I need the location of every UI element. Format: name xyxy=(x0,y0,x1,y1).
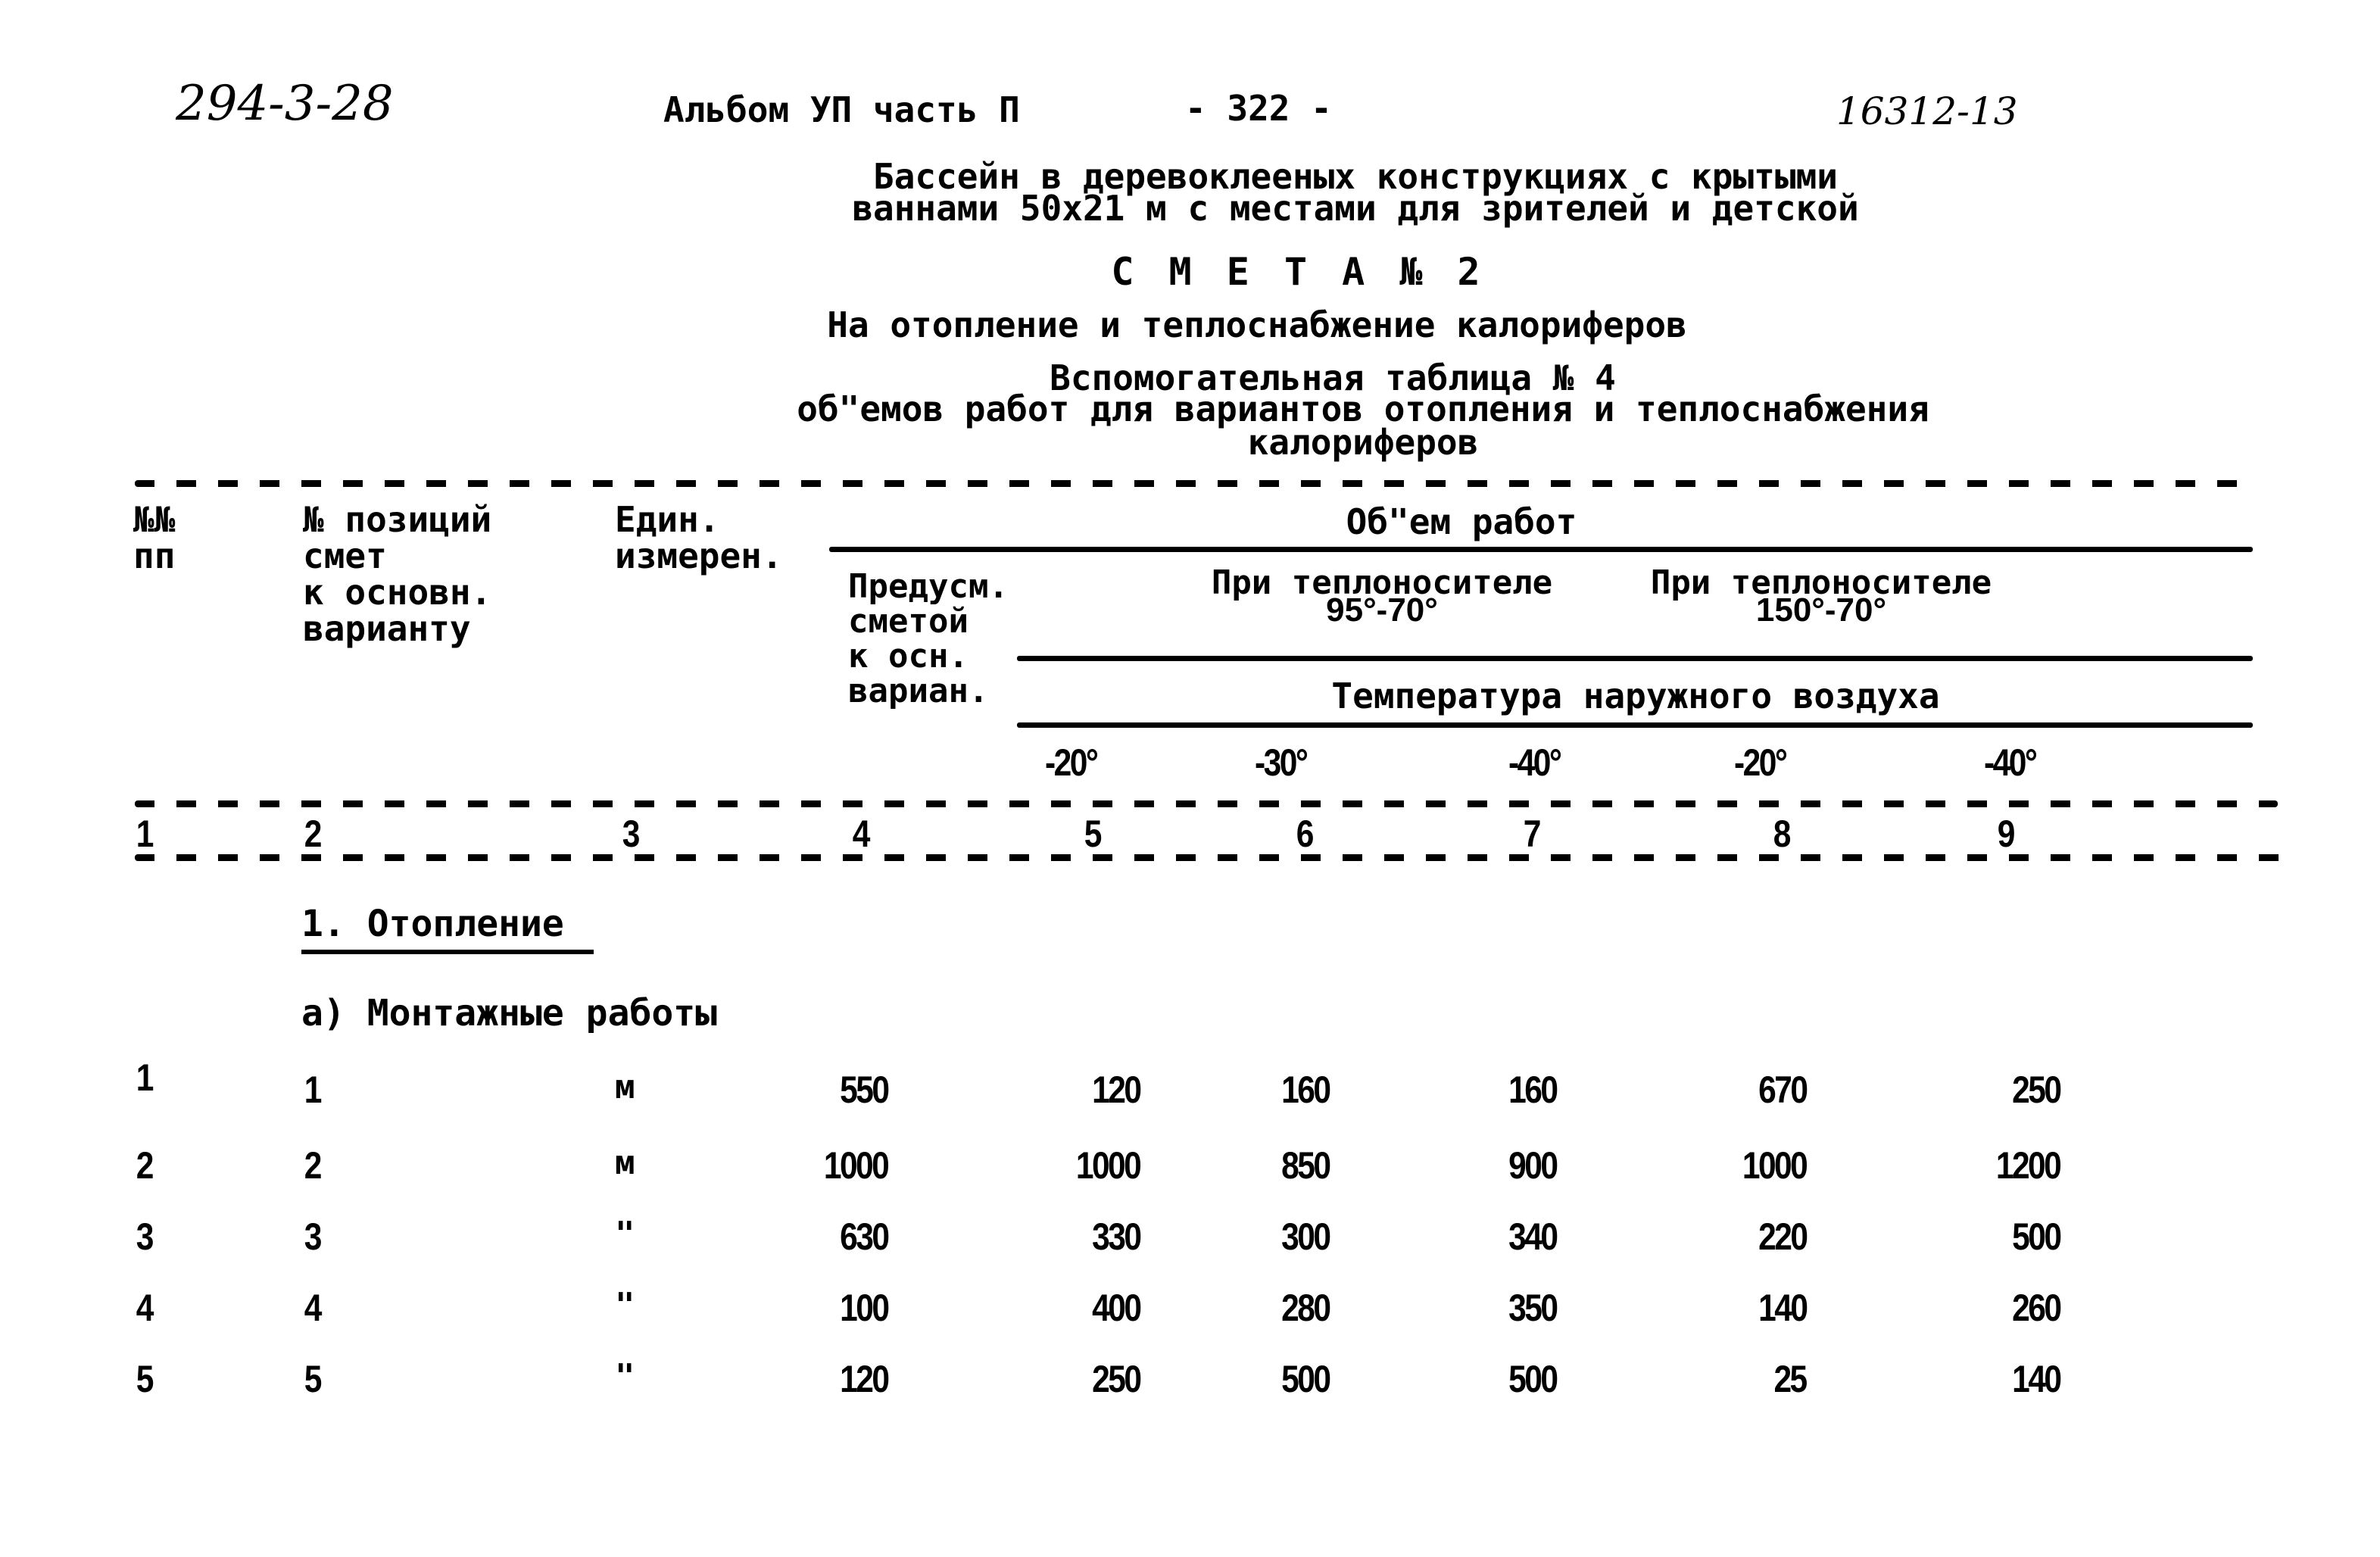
row-unit: " xyxy=(615,1215,635,1253)
document-code: 294-3-28 xyxy=(176,76,394,132)
column-number-9: 9 xyxy=(1997,813,2016,855)
row-number: 5 xyxy=(136,1358,154,1400)
row-value-c5: 400 xyxy=(1091,1287,1142,1329)
column-numbers-dashed-rule xyxy=(135,854,2300,861)
row-value-c5: 250 xyxy=(1091,1358,1142,1400)
header-temp-col6: -30° xyxy=(1255,741,1309,784)
row-value-c6: 280 xyxy=(1280,1287,1331,1329)
table-description: об"емов работ для вариантов отопления и … xyxy=(797,388,1929,463)
row-value-c8: 670 xyxy=(1758,1069,1808,1111)
header-temp-col7: -40° xyxy=(1508,741,1562,784)
row-value-base: 100 xyxy=(839,1287,890,1329)
coolant-group-rule xyxy=(1017,656,2253,661)
row-value-c8: 25 xyxy=(1773,1358,1808,1400)
row-position: 2 xyxy=(304,1144,323,1187)
row-value-c9: 250 xyxy=(2011,1069,2062,1111)
row-value-c5: 1000 xyxy=(1075,1144,1142,1187)
row-number: 2 xyxy=(136,1144,154,1187)
album-label: Альбом УП часть П xyxy=(663,89,1020,130)
row-unit: " xyxy=(615,1286,635,1325)
row-value-c6: 500 xyxy=(1280,1358,1331,1400)
column-number-2: 2 xyxy=(304,813,323,855)
column-number-7: 7 xyxy=(1523,813,1542,855)
row-number: 1 xyxy=(136,1056,154,1099)
header-col-unit: Един. измерен. xyxy=(615,499,783,576)
row-value-base: 120 xyxy=(839,1358,890,1400)
archive-number: 16312-13 xyxy=(1836,89,2018,133)
row-value-c8: 140 xyxy=(1758,1287,1808,1329)
column-number-6: 6 xyxy=(1296,813,1315,855)
header-temp-col8: -20° xyxy=(1734,741,1788,784)
row-value-c9: 260 xyxy=(2011,1287,2062,1329)
row-unit: м xyxy=(615,1068,635,1106)
project-title-line2: ваннами 50х21 м с местами для зрителей и… xyxy=(852,188,1859,229)
row-value-c6: 160 xyxy=(1280,1069,1331,1111)
row-position: 4 xyxy=(304,1287,323,1329)
row-position: 1 xyxy=(304,1069,323,1111)
row-position: 3 xyxy=(304,1215,323,1258)
temperature-group-rule xyxy=(1017,722,2253,728)
row-value-c9: 500 xyxy=(2011,1215,2062,1258)
header-temp-col9: -40° xyxy=(1984,741,2038,784)
row-value-c7: 160 xyxy=(1508,1069,1558,1111)
subsection-installation-title: а) Монтажные работы xyxy=(301,992,718,1034)
row-position: 5 xyxy=(304,1358,323,1400)
row-value-c6: 300 xyxy=(1280,1215,1331,1258)
table-description-line1: об"емов работ для вариантов отопления и … xyxy=(797,388,1929,429)
row-number: 4 xyxy=(136,1287,154,1329)
row-value-c8: 220 xyxy=(1758,1215,1808,1258)
row-value-c7: 900 xyxy=(1508,1144,1558,1187)
row-value-c9: 1200 xyxy=(1995,1144,2062,1187)
column-number-1: 1 xyxy=(136,813,154,855)
table-top-dashed-rule xyxy=(135,480,2255,487)
header-coolant-95-70: При теплоносителе 95°-70° xyxy=(1211,563,1553,629)
header-coolant-150-70: При теплоносителе 150°-70° xyxy=(1650,563,1992,629)
column-number-3: 3 xyxy=(622,813,641,855)
row-value-c7: 340 xyxy=(1508,1215,1558,1258)
row-value-c7: 350 xyxy=(1508,1287,1558,1329)
row-value-base: 630 xyxy=(839,1215,890,1258)
column-number-4: 4 xyxy=(852,813,871,855)
row-value-c9: 140 xyxy=(2011,1358,2062,1400)
row-number: 3 xyxy=(136,1215,154,1258)
header-temp-col5: -20° xyxy=(1045,741,1099,784)
row-value-c5: 330 xyxy=(1091,1215,1142,1258)
volume-group-rule xyxy=(829,547,2253,552)
project-title: Бассейн в деревоклееных конструкциях с к… xyxy=(852,159,1859,229)
header-col-base-estimate: Предусм. сметой к осн. вариан. xyxy=(848,567,1009,710)
row-unit: " xyxy=(615,1357,635,1396)
table-description-line2: калориферов xyxy=(1247,422,1479,463)
row-value-base: 1000 xyxy=(823,1144,890,1187)
section-heating-title: 1. Отопление xyxy=(301,903,594,954)
header-bottom-dashed-rule xyxy=(135,800,2278,807)
header-col-row-number: №№ пп xyxy=(133,499,176,576)
estimate-subject: На отопление и теплоснабжение калориферо… xyxy=(827,304,1687,345)
row-value-c8: 1000 xyxy=(1742,1144,1808,1187)
row-unit: м xyxy=(615,1144,635,1182)
header-outdoor-temperature: Температура наружного воздуха xyxy=(1331,676,1940,716)
row-value-c6: 850 xyxy=(1280,1144,1331,1187)
row-value-base: 550 xyxy=(839,1069,890,1111)
estimate-title: С М Е Т А № 2 xyxy=(1111,250,1486,294)
page-number: - 322 - xyxy=(1185,88,1332,129)
column-number-8: 8 xyxy=(1773,813,1792,855)
header-col-position: № позиций смет к основн. варианту xyxy=(303,499,492,649)
row-value-c5: 120 xyxy=(1091,1069,1142,1111)
column-number-5: 5 xyxy=(1084,813,1103,855)
row-value-c7: 500 xyxy=(1508,1358,1558,1400)
header-volume-group: Об"ем работ xyxy=(1346,501,1577,542)
